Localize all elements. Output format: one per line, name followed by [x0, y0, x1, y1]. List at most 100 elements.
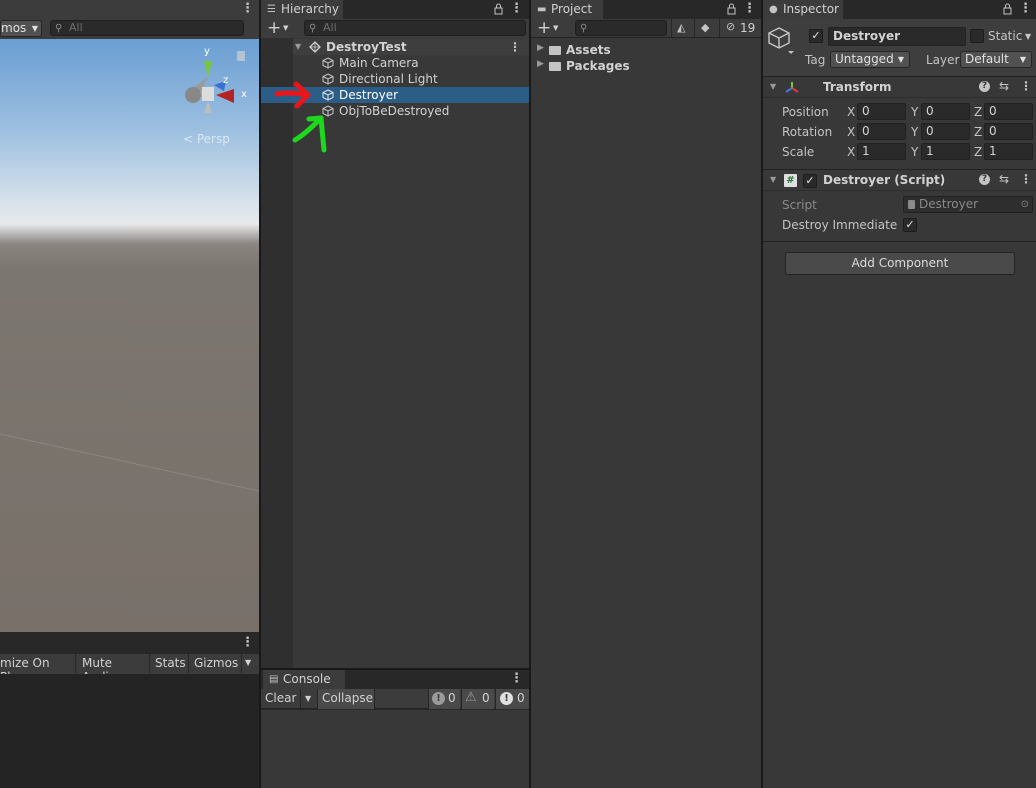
- hierarchy-item-label: ObjToBeDestroyed: [339, 104, 450, 118]
- add-icon[interactable]: +: [537, 19, 551, 37]
- hierarchy-menu-icon[interactable]: ⋮: [510, 0, 523, 19]
- transform-component-header[interactable]: ▼ Transform ? ⇆ ⋮: [763, 78, 1036, 98]
- gizmos-dropdown-icon[interactable]: ▼: [245, 658, 251, 667]
- hidden-packages-toggle[interactable]: ⊘ 19: [719, 19, 761, 38]
- tab-inspector[interactable]: ● Inspector: [763, 0, 843, 19]
- search-icon: ⚲: [309, 23, 317, 34]
- object-picker-icon[interactable]: ⊙: [1021, 197, 1029, 212]
- position-y-field[interactable]: 0: [921, 103, 970, 120]
- object-name-field[interactable]: Destroyer: [828, 27, 966, 46]
- gizmos-button[interactable]: Gizmos: [190, 654, 242, 673]
- error-filter-toggle[interactable]: ! 0: [495, 689, 529, 709]
- tab-console[interactable]: ▤ Console: [263, 670, 345, 689]
- scale-y-field[interactable]: 1: [921, 143, 970, 160]
- scene-menu-icon[interactable]: ⋮: [509, 39, 521, 55]
- axis-x-label: X: [847, 145, 856, 159]
- maximize-on-play-button[interactable]: mize On Play: [0, 654, 76, 684]
- position-x-field[interactable]: 0: [857, 103, 906, 120]
- tab-hierarchy[interactable]: ☰ Hierarchy: [261, 0, 343, 19]
- rotation-label: Rotation: [782, 125, 833, 139]
- warning-filter-toggle[interactable]: ⚠ 0: [461, 689, 494, 709]
- hierarchy-item-main-camera[interactable]: Main Camera: [293, 55, 529, 71]
- search-by-label-button[interactable]: ◆: [694, 19, 718, 38]
- destroy-immediate-checkbox[interactable]: ✓: [903, 218, 917, 232]
- hierarchy-search-input[interactable]: ⚲ All: [304, 20, 526, 36]
- panel-splitter[interactable]: [529, 0, 531, 788]
- info-filter-toggle[interactable]: ! 0: [428, 689, 460, 709]
- project-search-input[interactable]: ⚲: [575, 20, 667, 36]
- help-icon[interactable]: ?: [979, 81, 990, 92]
- transform-row-position: Position X 0 Y 0 Z 0: [763, 103, 1036, 121]
- active-checkbox[interactable]: ✓: [809, 29, 823, 43]
- panel-splitter[interactable]: [261, 668, 529, 670]
- lock-icon[interactable]: [727, 3, 736, 15]
- lock-icon[interactable]: [1003, 3, 1012, 15]
- preset-icon[interactable]: ⇆: [999, 79, 1009, 93]
- chevron-down-icon[interactable]: ▼: [283, 24, 288, 32]
- position-x-value: 0: [862, 104, 870, 118]
- layer-dropdown[interactable]: Default ▼: [960, 51, 1032, 68]
- console-menu-icon[interactable]: ⋮: [510, 670, 523, 689]
- chevron-right-icon[interactable]: ▶: [537, 59, 544, 69]
- tab-project[interactable]: ▬ Project: [531, 0, 603, 19]
- chevron-down-icon[interactable]: ▼: [305, 694, 311, 703]
- scene-menu-icon[interactable]: ⋮: [241, 0, 254, 19]
- mute-audio-button[interactable]: Mute Audio: [77, 654, 150, 684]
- search-icon: ⚲: [580, 23, 588, 34]
- panel-splitter[interactable]: [761, 0, 763, 788]
- project-menu-icon[interactable]: ⋮: [743, 0, 756, 19]
- scene-search-placeholder: All: [69, 21, 83, 34]
- hierarchy-scene-row[interactable]: ▼ DestroyTest ⋮: [293, 39, 529, 55]
- component-menu-icon[interactable]: ⋮: [1020, 172, 1032, 186]
- tag-dropdown[interactable]: Untagged ▼: [830, 51, 910, 68]
- search-by-type-button[interactable]: ◭: [671, 19, 693, 38]
- scale-x-field[interactable]: 1: [857, 143, 906, 160]
- scene-toolbar-dropdown[interactable]: mos ▼: [0, 20, 42, 37]
- scale-x-value: 1: [862, 144, 870, 158]
- lock-icon[interactable]: [237, 51, 245, 61]
- chevron-down-icon[interactable]: ▼: [770, 82, 776, 91]
- script-enabled-checkbox[interactable]: ✓: [803, 174, 817, 188]
- static-label: Static: [988, 29, 1023, 43]
- stats-button[interactable]: Stats: [151, 654, 189, 673]
- scene-viewport[interactable]: y z x < Persp: [0, 39, 259, 632]
- chevron-down-icon[interactable]: ▼: [1025, 32, 1031, 41]
- add-icon[interactable]: +: [267, 19, 281, 37]
- tag-label: Tag: [805, 53, 826, 67]
- project-folder-packages[interactable]: ▶ Packages: [531, 58, 761, 74]
- preset-icon[interactable]: ⇆: [999, 172, 1009, 186]
- persp-label[interactable]: < Persp: [183, 132, 230, 146]
- add-component-button[interactable]: Add Component: [785, 252, 1015, 275]
- scale-z-field[interactable]: 1: [984, 143, 1033, 160]
- game-tabbar: ⋮: [0, 632, 259, 654]
- tag-icon: ◆: [701, 21, 710, 34]
- rotation-x-field[interactable]: 0: [857, 123, 906, 140]
- rotation-y-field[interactable]: 0: [921, 123, 970, 140]
- collapse-button[interactable]: Collapse: [317, 689, 375, 709]
- position-z-field[interactable]: 0: [984, 103, 1033, 120]
- tab-hierarchy-label: Hierarchy: [281, 2, 340, 16]
- chevron-down-icon[interactable]: ▼: [553, 24, 558, 32]
- gameobject-cube-icon[interactable]: [768, 26, 794, 54]
- gizmo-axis-z-label: z: [223, 75, 229, 86]
- rotation-z-field[interactable]: 0: [984, 123, 1033, 140]
- help-icon[interactable]: ?: [979, 174, 990, 185]
- hierarchy-item-destroyer[interactable]: Destroyer: [293, 87, 529, 103]
- axis-y-label: Y: [911, 105, 919, 119]
- script-object-field[interactable]: Destroyer ⊙: [903, 196, 1033, 213]
- project-folder-assets[interactable]: ▶ Assets: [531, 42, 761, 58]
- static-checkbox[interactable]: [970, 29, 984, 43]
- inspector-menu-icon[interactable]: ⋮: [1019, 0, 1032, 19]
- axis-x-label: X: [847, 125, 856, 139]
- lock-icon[interactable]: [494, 3, 503, 15]
- chevron-down-icon[interactable]: ▼: [295, 39, 301, 55]
- component-menu-icon[interactable]: ⋮: [1020, 79, 1032, 93]
- clear-button[interactable]: Clear: [261, 689, 301, 709]
- chevron-right-icon[interactable]: ▶: [537, 43, 544, 53]
- game-menu-icon[interactable]: ⋮: [241, 634, 254, 653]
- hierarchy-item-directional-light[interactable]: Directional Light: [293, 71, 529, 87]
- script-component-header[interactable]: ▼ # ✓ Destroyer (Script) ? ⇆ ⋮: [763, 171, 1036, 191]
- transform-row-scale: Scale X 1 Y 1 Z 1: [763, 143, 1036, 161]
- chevron-down-icon[interactable]: ▼: [770, 175, 776, 184]
- scene-search-input[interactable]: ⚲ All: [50, 20, 244, 36]
